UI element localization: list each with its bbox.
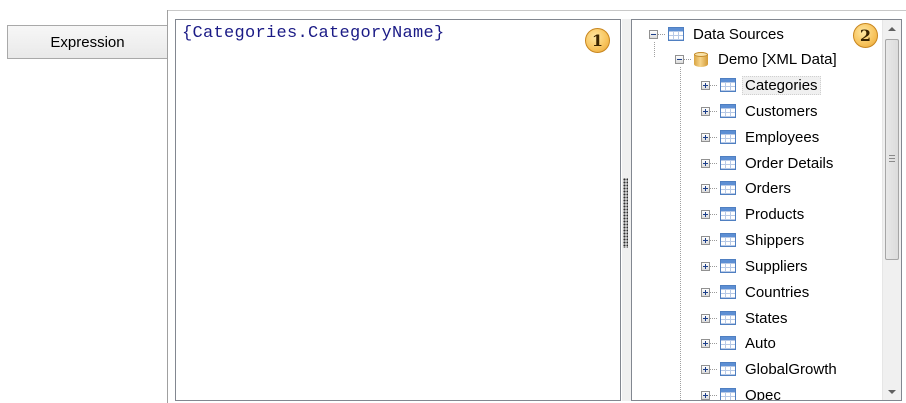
tree-dots: [710, 265, 718, 267]
tab-expression-label: Expression: [50, 33, 125, 51]
expand-icon[interactable]: [701, 80, 710, 90]
table-icon: [720, 78, 736, 92]
tree-node-table[interactable]: Countries: [701, 281, 812, 303]
tree-dots: [710, 213, 718, 215]
expand-icon[interactable]: [701, 106, 710, 116]
tree-node-table[interactable]: Categories: [701, 74, 821, 96]
tree-dots: [710, 162, 718, 164]
expression-text[interactable]: {Categories.CategoryName}: [182, 24, 445, 43]
tree-dots: [710, 394, 718, 396]
collapse-icon[interactable]: [675, 54, 684, 64]
table-icon: [720, 181, 736, 195]
tree-node-table[interactable]: Order Details: [701, 152, 836, 174]
data-tree-panel: Data Sources Demo [XML Data] Categories …: [631, 19, 902, 401]
tree-node-table[interactable]: Employees: [701, 126, 822, 148]
expand-icon[interactable]: [701, 183, 710, 193]
tree-node-table[interactable]: Orders: [701, 177, 794, 199]
collapse-icon[interactable]: [649, 29, 658, 39]
table-icon: [720, 130, 736, 144]
tree-dots: [710, 239, 718, 241]
splitter[interactable]: [622, 19, 631, 401]
tree-dots: [684, 58, 692, 60]
tree-node-table[interactable]: Suppliers: [701, 255, 811, 277]
splitter-grip-icon[interactable]: [623, 178, 628, 248]
tree-node-table[interactable]: Opec: [701, 384, 784, 401]
expression-editor[interactable]: {Categories.CategoryName} 1: [175, 19, 621, 401]
tree-node-label: Employees: [745, 128, 820, 146]
table-icon: [720, 362, 736, 376]
table-icon: [720, 259, 736, 273]
table-icon: [720, 104, 736, 118]
table-icon: [720, 311, 736, 325]
expand-icon[interactable]: [701, 287, 710, 297]
arrow-up-icon: [888, 26, 896, 31]
tab-divider: [167, 10, 168, 403]
tree-node-label: Customers: [745, 102, 818, 120]
expand-icon[interactable]: [701, 390, 710, 400]
scrollbar-thumb[interactable]: [885, 39, 899, 260]
expand-icon[interactable]: [701, 209, 710, 219]
expand-icon[interactable]: [701, 235, 710, 245]
expand-icon[interactable]: [701, 338, 710, 348]
table-icon: [720, 207, 736, 221]
tree-node-table[interactable]: Shippers: [701, 229, 807, 251]
tree-connector: [680, 67, 681, 400]
tree-node-label: Suppliers: [745, 257, 808, 275]
arrow-down-icon: [888, 389, 896, 394]
expand-icon[interactable]: [701, 132, 710, 142]
tree-node-label: States: [745, 309, 788, 327]
table-icon: [720, 285, 736, 299]
table-icon: [720, 156, 736, 170]
tree-node-label: Demo [XML Data]: [718, 50, 837, 68]
tab-strip: Expression: [0, 0, 167, 403]
expand-icon[interactable]: [701, 158, 710, 168]
table-icon: [720, 388, 736, 400]
database-icon: [694, 51, 708, 67]
tree-dots: [710, 187, 718, 189]
callout-badge-2: 2: [853, 23, 878, 48]
tree-node-label: Products: [745, 205, 805, 223]
expand-icon[interactable]: [701, 261, 710, 271]
tree-node-table[interactable]: Customers: [701, 100, 821, 122]
tree-node-table[interactable]: States: [701, 307, 791, 329]
tree-node-table[interactable]: Products: [701, 203, 807, 225]
tree-dots: [710, 110, 718, 112]
tree-dots: [710, 291, 718, 293]
tree-node-label: Data Sources: [693, 25, 784, 43]
table-icon: [668, 27, 684, 41]
tree-node-data-sources[interactable]: Data Sources: [649, 23, 787, 45]
tree-dots: [710, 342, 718, 344]
vertical-scrollbar[interactable]: [882, 20, 901, 400]
tree-node-datasource[interactable]: Demo [XML Data]: [675, 48, 840, 70]
tree-node-label: Auto: [745, 334, 776, 352]
expand-icon[interactable]: [701, 364, 710, 374]
scroll-down-button[interactable]: [883, 383, 901, 400]
scroll-up-button[interactable]: [883, 20, 901, 37]
tree-node-label: Orders: [745, 179, 791, 197]
top-divider: [167, 10, 906, 11]
data-tree: Data Sources Demo [XML Data] Categories …: [632, 20, 880, 400]
tree-node-label: GlobalGrowth: [745, 360, 837, 378]
tree-node-label-selected: Categories: [742, 75, 821, 95]
tree-dots: [658, 33, 666, 35]
tree-node-label: Opec: [745, 386, 781, 401]
grip-icon: [889, 155, 895, 162]
tree-node-table[interactable]: GlobalGrowth: [701, 358, 840, 380]
tree-node-label: Countries: [745, 283, 810, 301]
tab-expression[interactable]: Expression: [7, 25, 167, 59]
tree-dots: [710, 368, 718, 370]
tree-dots: [710, 136, 718, 138]
table-icon: [720, 233, 736, 247]
expand-icon[interactable]: [701, 313, 710, 323]
callout-badge-1: 1: [585, 28, 610, 53]
tree-dots: [710, 84, 718, 86]
tree-dots: [710, 317, 718, 319]
tree-node-label: Order Details: [745, 154, 834, 172]
tree-node-table[interactable]: Auto: [701, 332, 779, 354]
tree-node-label: Shippers: [745, 231, 805, 249]
table-icon: [720, 336, 736, 350]
